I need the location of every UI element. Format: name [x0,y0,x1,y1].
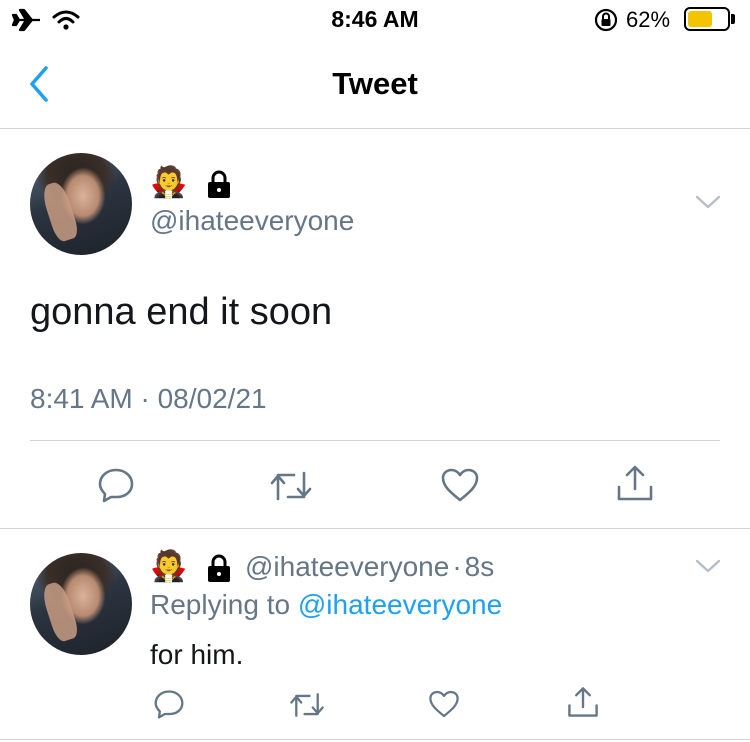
reply-handle[interactable]: @ihateeveryone [245,551,449,582]
reply-age: 8s [464,551,495,582]
retweet-icon[interactable] [268,469,314,503]
like-icon[interactable] [440,467,480,503]
battery-percent: 62% [626,7,671,32]
like-icon[interactable] [428,689,460,719]
display-name-emoji: 🧛 [150,165,188,200]
reply-tweet[interactable]: 🧛 @ihateeveryone · 8s Replying to @ihateev… [0,529,750,742]
reply-icon[interactable] [153,689,185,719]
status-bar: 8:46 AM 62% [0,0,750,42]
battery-level [688,11,712,27]
chevron-down-icon[interactable] [694,193,722,211]
avatar-hand [39,179,82,244]
reply-display-name-emoji: 🧛 [150,549,188,584]
reply-bottom-divider [0,739,750,740]
reply-text: for him. [150,639,244,670]
avatar-hand [39,579,82,644]
retweet-icon[interactable] [288,691,326,719]
lock-icon [208,170,230,198]
page-title: Tweet [332,66,418,101]
battery-icon [684,7,730,31]
avatar[interactable] [30,153,132,255]
rotation-lock-icon [594,8,618,32]
reply-avatar[interactable] [30,553,132,655]
lock-icon [208,554,230,582]
tweet-text: gonna end it soon [30,291,333,333]
tweet-timestamp: 8:41 AM · 08/02/21 [30,383,267,414]
tweet-handle[interactable]: @ihateeveryone [150,205,354,237]
share-icon[interactable] [615,463,655,503]
share-icon[interactable] [566,685,600,719]
reply-icon[interactable] [97,467,135,503]
reply-separator: · [452,551,462,582]
replying-to-label: Replying to [150,589,291,620]
tweet: 🧛 @ihateeveryone gonna end it soon 8:41 … [0,129,750,529]
replying-to: Replying to @ihateeveryone [150,589,502,621]
battery-nub [731,14,735,24]
replying-to-handle[interactable]: @ihateeveryone [298,589,502,620]
reply-header: @ihateeveryone · 8s [245,551,494,583]
chevron-down-icon[interactable] [694,557,722,575]
tweet-divider [30,440,720,441]
